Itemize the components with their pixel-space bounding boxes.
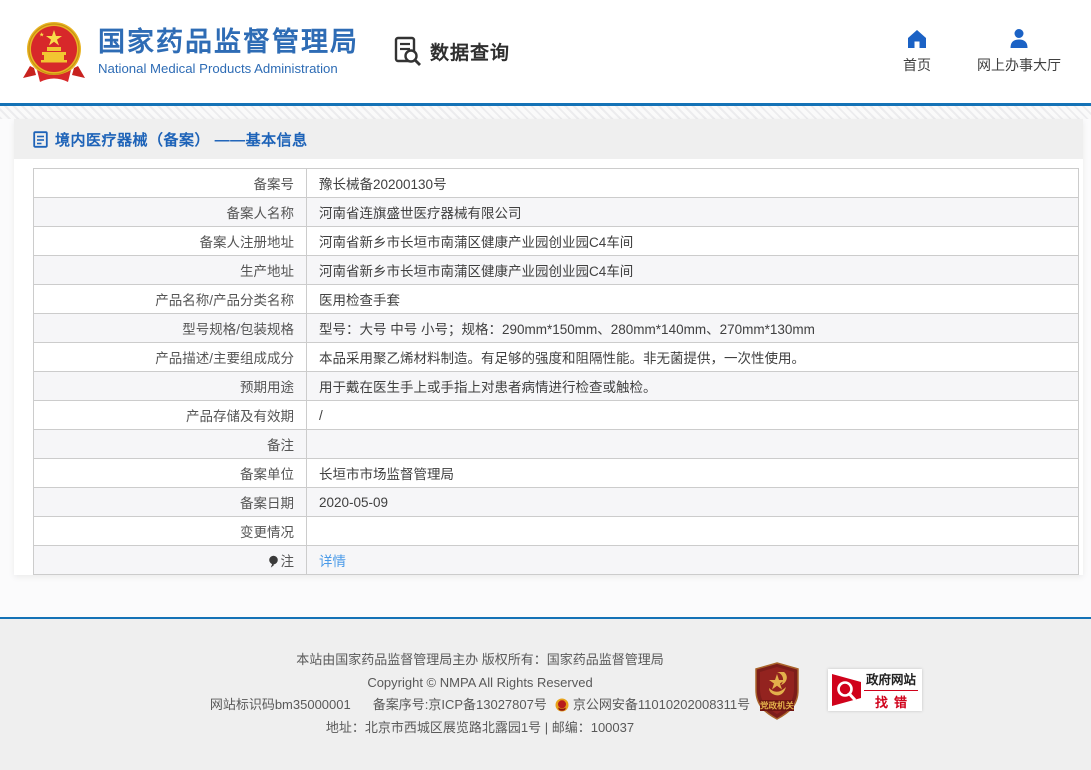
row-value	[306, 429, 1079, 459]
table-row: 产品名称/产品分类名称 医用检查手套	[33, 284, 1079, 314]
table-row: 备注	[33, 429, 1079, 459]
nav-home-label: 首页	[903, 57, 931, 73]
gov-badge-text: 政府网站 找错	[864, 669, 922, 711]
row-label: 产品名称/产品分类名称	[33, 284, 307, 314]
site-footer: 本站由国家药品监督管理局主办 版权所有：国家药品监督管理局 Copyright …	[0, 617, 1091, 770]
row-value	[306, 516, 1079, 546]
data-query-label: 数据查询	[430, 43, 511, 64]
table-row: 备案人名称 河南省连旗盛世医疗器械有限公司	[33, 197, 1079, 227]
row-value: 2020-05-09	[306, 487, 1079, 517]
police-beian-link[interactable]: 京公网安备11010202008311号	[555, 694, 750, 717]
content-title-bar: 境内医疗器械（备案） ——基本信息	[14, 119, 1083, 159]
table-row: 备案日期 2020-05-09	[33, 487, 1079, 517]
nav-service-hall[interactable]: 网上办事大厅	[977, 28, 1061, 75]
data-query-entry[interactable]: 数据查询	[391, 35, 510, 68]
row-value: 详情	[306, 545, 1079, 575]
table-row: 备案单位 长垣市市场监督管理局	[33, 458, 1079, 488]
footer-line4: 地址：北京市西城区展览路北露园1号 | 邮编：100037	[325, 719, 635, 735]
header-nav: 首页 网上办事大厅	[903, 28, 1067, 75]
police-beian-number: 京公网安备11010202008311号	[572, 697, 751, 712]
national-emblem-icon	[23, 21, 85, 82]
row-value: 长垣市市场监督管理局	[306, 458, 1079, 488]
footer-text: 本站由国家药品监督管理局主办 版权所有：国家药品监督管理局 Copyright …	[110, 619, 850, 739]
org-names: 国家药品监督管理局 National Medical Products Admi…	[98, 27, 359, 76]
row-value: 医用检查手套	[306, 284, 1079, 314]
row-label: 备注	[33, 429, 307, 459]
row-value: 型号：大号 中号 小号；规格：290mm*150mm、280mm*140mm、2…	[306, 313, 1079, 343]
row-value: 豫长械备20200130号	[306, 168, 1079, 198]
user-icon	[1010, 29, 1028, 48]
row-label: 备案日期	[33, 487, 307, 517]
table-row: 产品存储及有效期 /	[33, 400, 1079, 430]
table-row: 预期用途 用于戴在医生手上或手指上对患者病情进行检查或触检。	[33, 371, 1079, 401]
info-table: 备案号 豫长械备20200130号 备案人名称 河南省连旗盛世医疗器械有限公司 备案人注…	[33, 168, 1079, 575]
icp-number: 备案序号:京ICP备13027807号	[372, 697, 547, 712]
row-value: 河南省连旗盛世医疗器械有限公司	[306, 197, 1079, 227]
org-name-cn: 国家药品监督管理局	[98, 27, 359, 57]
row-label: 备案单位	[33, 458, 307, 488]
footer-line1: 本站由国家药品监督管理局主办 版权所有：国家药品监督管理局	[296, 652, 664, 667]
document-icon	[33, 130, 48, 148]
detail-link[interactable]: 详情	[319, 554, 346, 569]
table-row: 注详情	[33, 545, 1079, 575]
find-error-magnifier-icon	[832, 674, 861, 706]
nav-service-hall-label: 网上办事大厅	[977, 57, 1061, 73]
row-label: 型号规格/包装规格	[33, 313, 307, 343]
site-header: 国家药品监督管理局 National Medical Products Admi…	[0, 0, 1091, 103]
police-badge-icon	[555, 698, 569, 712]
org-name-en: National Medical Products Administration	[98, 61, 338, 76]
table-row: 备案人注册地址 河南省新乡市长垣市南蒲区健康产业园创业园C4车间	[33, 226, 1079, 256]
svg-text:党政机关: 党政机关	[760, 701, 795, 711]
table-row: 生产地址 河南省新乡市长垣市南蒲区健康产业园创业园C4车间	[33, 255, 1079, 285]
page: 国家药品监督管理局 National Medical Products Admi…	[0, 0, 1091, 770]
home-icon	[908, 30, 926, 48]
balloon-icon	[268, 555, 279, 571]
document-search-icon	[394, 36, 421, 66]
row-label: 产品描述/主要组成成分	[33, 342, 307, 372]
row-label: 预期用途	[33, 371, 307, 401]
table-row: 产品描述/主要组成成分 本品采用聚乙烯材料制造。有足够的强度和阻隔性能。非无菌提供…	[33, 342, 1079, 372]
table-row: 备案号 豫长械备20200130号	[33, 168, 1079, 198]
gov-site-label: 政府网站	[865, 673, 916, 687]
row-value: 河南省新乡市长垣市南蒲区健康产业园创业园C4车间	[306, 255, 1079, 285]
row-value: 河南省新乡市长垣市南蒲区健康产业园创业园C4车间	[306, 226, 1079, 256]
footer-line3: 网站标识码bm35000001 备案序号:京ICP备13027807号 京公网安…	[110, 694, 850, 717]
row-label: 生产地址	[33, 255, 307, 285]
main-content: 境内医疗器械（备案） ——基本信息 备案号 豫长械备20200130号 备案人名称河…	[0, 119, 1091, 575]
footer-line2: Copyright © NMPA All Rights Reserved	[367, 674, 593, 690]
page-title: 境内医疗器械（备案） ——基本信息	[55, 131, 308, 149]
nav-home[interactable]: 首页	[903, 28, 931, 75]
row-label: 产品存储及有效期	[33, 400, 307, 430]
gov-website-find-error-badge[interactable]: 政府网站 找错	[828, 669, 922, 711]
row-label: 变更情况	[33, 516, 307, 546]
row-label: 注	[33, 545, 307, 575]
table-row: 型号规格/包装规格 型号：大号 中号 小号；规格：290mm*150mm、280m…	[33, 313, 1079, 343]
row-label: 备案人名称	[33, 197, 307, 227]
party-government-badge[interactable]: 党政机关	[753, 662, 801, 720]
row-value: /	[306, 400, 1079, 430]
content-box: 境内医疗器械（备案） ——基本信息 备案号 豫长械备20200130号 备案人名称河…	[14, 119, 1083, 575]
find-error-label: 找错	[864, 690, 918, 711]
row-label: 备案号	[33, 168, 307, 198]
stripe-divider	[0, 106, 1091, 119]
row-value: 用于戴在医生手上或手指上对患者病情进行检查或触检。	[306, 371, 1079, 401]
logo-group: 国家药品监督管理局 National Medical Products Admi…	[20, 18, 359, 86]
site-id-code: 网站标识码bm35000001	[209, 697, 351, 712]
table-row: 变更情况	[33, 516, 1079, 546]
row-label: 备案人注册地址	[33, 226, 307, 256]
row-value: 本品采用聚乙烯材料制造。有足够的强度和阻隔性能。非无菌提供，一次性使用。	[306, 342, 1079, 372]
